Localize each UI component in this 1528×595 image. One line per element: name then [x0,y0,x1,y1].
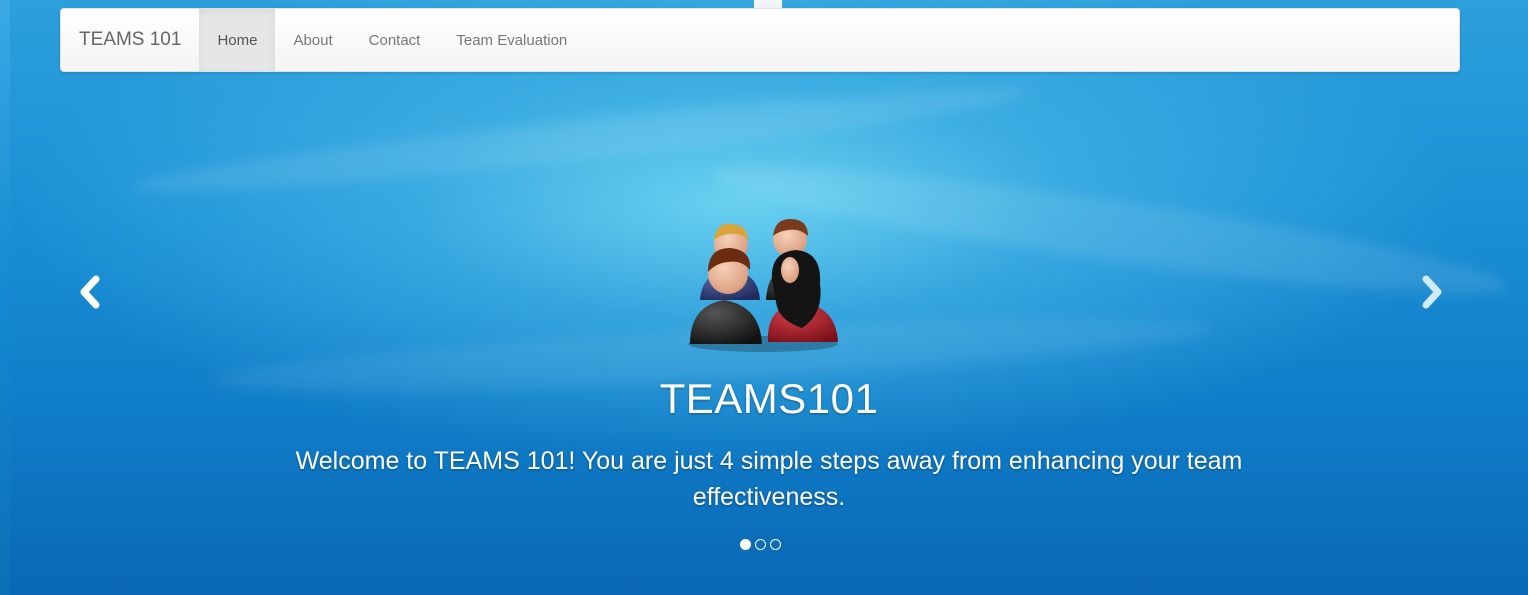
nav-item-contact[interactable]: Contact [351,9,439,71]
carousel-indicator-1[interactable] [740,539,751,550]
hero-carousel: TEAMS101 Welcome to TEAMS 101! You are j… [10,0,1528,595]
carousel-next-button[interactable] [1412,270,1452,314]
carousel-prev-button[interactable] [70,270,110,314]
carousel-indicators [740,539,781,550]
chevron-left-icon [80,275,100,309]
carousel-indicator-3[interactable] [770,539,781,550]
carousel-indicator-2[interactable] [755,539,766,550]
presentation-slide: TEAMS101 Welcome to TEAMS 101! You are j… [0,0,1528,595]
nav-item-home[interactable]: Home [199,9,276,71]
hero-caption: Welcome to TEAMS 101! You are just 4 sim… [295,447,1243,511]
nav-item-team-evaluation[interactable]: Team Evaluation [438,9,585,71]
hero-title: TEAMS101 [659,375,879,422]
brand-link[interactable]: TEAMS 101 [61,9,199,71]
top-navbar: TEAMS 101 Home About Contact Team Evalua… [60,8,1460,72]
nav-item-about[interactable]: About [275,9,350,71]
team-people-icon [688,218,838,352]
slide-top-tab [754,0,782,8]
chevron-right-icon [1422,275,1442,309]
